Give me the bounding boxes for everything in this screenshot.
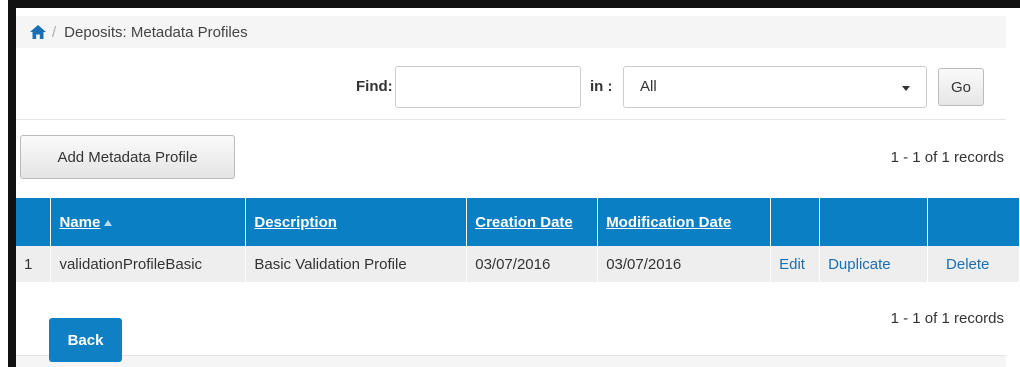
window-frame-left [8,0,16,367]
search-scope-value: All [640,78,657,95]
header-delete [927,198,1020,246]
table-header-row: Name Description Creation Date Modificat… [16,198,1020,246]
footer-strip [16,355,1006,367]
find-input[interactable] [395,66,581,108]
go-button[interactable]: Go [938,68,984,106]
header-modification-date[interactable]: Modification Date [597,198,772,246]
profiles-table: Name Description Creation Date Modificat… [16,198,1020,282]
delete-link[interactable]: Delete [927,246,1020,282]
sort-modification-date-link[interactable]: Modification Date [606,214,731,231]
chevron-down-icon [902,86,910,91]
page: / Deposits: Metadata Profiles Find: in :… [16,8,1020,367]
sort-description-link[interactable]: Description [254,214,337,231]
header-edit [770,198,821,246]
row-index: 1 [16,246,52,282]
row-description: Basic Validation Profile [245,246,468,282]
row-name: validationProfileBasic [50,246,247,282]
records-count-top: 1 - 1 of 1 records [890,149,1004,166]
table-row: 1 validationProfileBasic Basic Validatio… [16,246,1020,282]
header-creation-date[interactable]: Creation Date [466,198,599,246]
add-metadata-profile-button[interactable]: Add Metadata Profile [20,135,235,179]
row-modification-date: 03/07/2016 [597,246,772,282]
records-count-bottom: 1 - 1 of 1 records [890,310,1004,327]
edit-link[interactable]: Edit [770,246,821,282]
sort-ascending-icon [104,219,113,226]
header-description[interactable]: Description [245,198,468,246]
sort-creation-date-link[interactable]: Creation Date [475,214,573,231]
home-icon[interactable] [30,25,46,39]
back-button[interactable]: Back [49,318,122,362]
duplicate-link[interactable]: Duplicate [819,246,929,282]
divider [16,119,1006,120]
breadcrumb: / Deposits: Metadata Profiles [16,16,1006,48]
search-scope-select[interactable]: All [623,66,927,108]
breadcrumb-separator: / [52,23,57,41]
header-name[interactable]: Name [50,198,247,246]
breadcrumb-current: Deposits: Metadata Profiles [64,23,248,41]
window-frame-top [8,0,1020,8]
row-creation-date: 03/07/2016 [466,246,599,282]
header-index [16,198,52,246]
find-label: Find: [356,78,393,95]
in-label: in : [590,78,613,95]
header-duplicate [819,198,929,246]
sort-name-link[interactable]: Name [59,214,100,231]
